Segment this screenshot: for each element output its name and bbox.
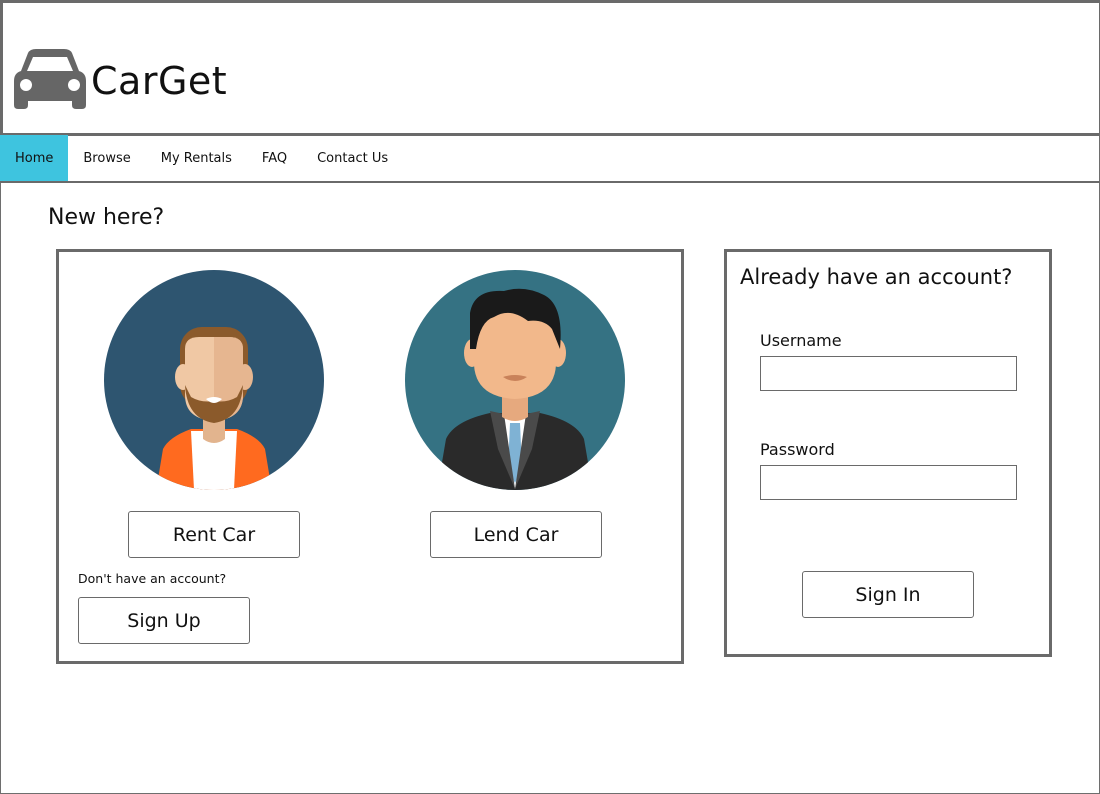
sign-in-button[interactable]: Sign In <box>802 571 974 618</box>
new-here-heading: New here? <box>48 205 165 230</box>
rent-car-button[interactable]: Rent Car <box>128 511 300 558</box>
car-icon <box>14 49 86 109</box>
login-heading: Already have an account? <box>740 265 1013 289</box>
app-logo-text: CarGet <box>91 59 228 103</box>
nav-browse[interactable]: Browse <box>68 135 145 181</box>
businessman-avatar <box>405 270 625 490</box>
username-label: Username <box>760 331 842 350</box>
nav-contact-us[interactable]: Contact Us <box>302 135 403 181</box>
password-label: Password <box>760 440 835 459</box>
nav-my-rentals[interactable]: My Rentals <box>146 135 247 181</box>
new-user-panel: Rent Car Lend Car Don't have an account?… <box>56 249 684 664</box>
username-input[interactable] <box>760 356 1017 391</box>
bearded-man-avatar <box>104 270 324 490</box>
lend-car-button[interactable]: Lend Car <box>430 511 602 558</box>
sign-up-button[interactable]: Sign Up <box>78 597 250 644</box>
password-input[interactable] <box>760 465 1017 500</box>
login-panel: Already have an account? Username Passwo… <box>724 249 1052 657</box>
app-header: CarGet <box>0 0 1100 136</box>
main-nav: Home Browse My Rentals FAQ Contact Us <box>0 135 1100 183</box>
nav-home[interactable]: Home <box>0 135 69 181</box>
no-account-text: Don't have an account? <box>78 571 227 586</box>
nav-faq[interactable]: FAQ <box>247 135 302 181</box>
